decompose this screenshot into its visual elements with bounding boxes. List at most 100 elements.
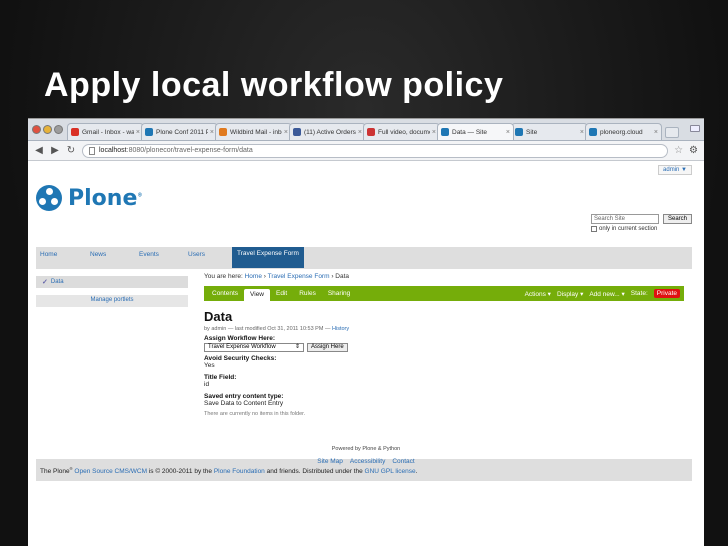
nav-home[interactable]: Home (40, 248, 57, 261)
nav-news[interactable]: News (90, 248, 106, 261)
browser-tab-label: Data — Site (452, 128, 488, 136)
footer-cms-link[interactable]: Open Source CMS/WCM (74, 468, 147, 475)
forward-icon[interactable]: ▶ (50, 145, 60, 156)
close-tab-icon[interactable]: × (580, 129, 584, 136)
plone-logo[interactable]: Plone® (36, 185, 142, 211)
browser-tab-label: Site (526, 128, 538, 136)
empty-folder-note: There are currently no items in this fol… (204, 411, 306, 417)
wrench-icon[interactable]: ⚙ (689, 145, 698, 156)
close-tab-icon[interactable]: × (358, 129, 362, 136)
browser-tab-label: ploneorg.cloud (600, 128, 643, 136)
favicon-icon (515, 128, 523, 136)
browser-toolbar: ◀ ▶ ↻ localhost:8080/plonecor/travel-exp… (28, 141, 704, 161)
browser-tab[interactable]: (11) Active Orders × (289, 123, 366, 140)
new-tab-button[interactable] (665, 127, 679, 138)
field-label: Avoid Security Checks: (204, 355, 277, 362)
favicon-icon (145, 128, 153, 136)
browser-screenshot: Gmail - Inbox - wal × Plone Conf 2011 Pr × W… (28, 118, 704, 546)
minimize-window-button[interactable] (43, 124, 52, 134)
back-icon[interactable]: ◀ (34, 145, 44, 156)
address-host: localhost (99, 147, 127, 154)
browser-tab[interactable]: Gmail - Inbox - wal × (67, 123, 144, 140)
nav-travel-expense-form[interactable]: Travel Expense Form (232, 247, 304, 268)
breadcrumb: You are here: Home › Travel Expense Form… (204, 273, 350, 280)
favicon-icon (441, 128, 449, 136)
browser-tabs: Gmail - Inbox - wal × Plone Conf 2011 Pr × W… (67, 123, 662, 140)
history-link[interactable]: History (332, 326, 349, 332)
favicon-icon (71, 128, 79, 136)
assign-here-button[interactable]: Assign Here (307, 343, 348, 352)
browser-tab-label: Full video, documen (378, 128, 430, 136)
zoom-window-button[interactable] (54, 124, 63, 134)
add-new-menu[interactable]: Add new... ▾ (589, 290, 624, 298)
content-views-bar: Contents View Edit Rules Sharing Actions… (204, 286, 684, 302)
user-menu[interactable]: admin ▼ (658, 165, 692, 175)
tab-edit[interactable]: Edit (270, 288, 293, 299)
breadcrumb-travel-expense-form[interactable]: Travel Expense Form (268, 273, 330, 280)
browser-tab-label: Plone Conf 2011 Pr (156, 128, 208, 136)
search-box: Search Site Search only in current secti… (590, 214, 692, 232)
nav-events[interactable]: Events (139, 248, 159, 261)
global-navigation: Home News Events Users Travel Expense Fo… (36, 247, 692, 269)
close-tab-icon[interactable]: × (136, 129, 140, 136)
restore-icon[interactable] (690, 125, 700, 132)
browser-tab[interactable]: Site × (511, 123, 588, 140)
close-tab-icon[interactable]: × (284, 129, 288, 136)
browser-tab[interactable]: Wildbird Mail - inbo × (215, 123, 292, 140)
field-value: Yes (204, 362, 215, 369)
site-map-link[interactable]: Site Map (317, 458, 343, 465)
bookmark-star-icon[interactable]: ☆ (674, 145, 683, 156)
footer-license-link[interactable]: GNU GPL license (365, 468, 416, 475)
tab-strip: Gmail - Inbox - wal × Plone Conf 2011 Pr × W… (28, 119, 704, 141)
close-tab-icon[interactable]: × (506, 129, 510, 136)
browser-tab-label: Wildbird Mail - inbo (230, 128, 282, 136)
footer-foundation-link[interactable]: Plone Foundation (214, 468, 265, 475)
manage-portlets-link[interactable]: Manage portlets (36, 295, 188, 307)
tab-contents[interactable]: Contents (206, 288, 244, 299)
tab-rules[interactable]: Rules (293, 288, 322, 299)
document-byline: by admin — last modified Oct 31, 2011 10… (204, 326, 350, 332)
state-menu[interactable]: Private (653, 289, 680, 298)
favicon-icon (589, 128, 597, 136)
search-button[interactable]: Search (662, 214, 692, 224)
state-label: State: (630, 290, 648, 297)
browser-tab[interactable]: Full video, documen× (363, 123, 440, 140)
search-input[interactable]: Search Site (590, 214, 659, 224)
field-label: Saved entry content type: (204, 393, 284, 400)
browser-tab-label: (11) Active Orders (304, 128, 356, 136)
powered-by: Powered by Plone & Python (331, 446, 401, 452)
favicon-icon (367, 128, 375, 136)
close-tab-icon[interactable]: × (432, 129, 436, 136)
breadcrumb-home[interactable]: Home (245, 273, 262, 280)
workflow-select[interactable]: Travel Expense Workflow ⇕ (204, 343, 304, 352)
close-tab-icon[interactable]: × (654, 129, 658, 136)
nav-users[interactable]: Users (188, 248, 205, 261)
close-tab-icon[interactable]: × (210, 129, 214, 136)
window-controls (690, 125, 700, 132)
checkbox-icon[interactable] (590, 226, 597, 232)
contact-link[interactable]: Contact (392, 458, 414, 465)
search-current-section-option[interactable]: only in current section (590, 226, 657, 232)
form-icon: ✓ (42, 279, 48, 286)
main-content: Data by admin — last modified Oct 31, 20… (204, 309, 504, 417)
page-icon (89, 146, 95, 155)
browser-tab[interactable]: Plone Conf 2011 Pr × (141, 123, 218, 140)
browser-tab-label: Gmail - Inbox - wal (82, 128, 134, 136)
content-actions: Actions ▾ Display ▾ Add new... ▾ State: … (525, 289, 680, 298)
reload-icon[interactable]: ↻ (66, 145, 76, 156)
slide-title: Apply local workflow policy (44, 66, 504, 104)
plone-logo-text: Plone® (68, 185, 143, 211)
navigation-portlet-item[interactable]: ✓ Data (36, 276, 188, 288)
close-window-button[interactable] (32, 124, 41, 134)
browser-tab[interactable]: Data — Site × (437, 123, 514, 140)
tab-view[interactable]: View (244, 288, 271, 302)
page-title: Data (204, 309, 233, 324)
accessibility-link[interactable]: Accessibility (350, 458, 385, 465)
actions-menu[interactable]: Actions ▾ (525, 290, 551, 298)
plone-logo-icon (36, 185, 62, 211)
browser-tab[interactable]: ploneorg.cloud × (585, 123, 662, 140)
tab-sharing[interactable]: Sharing (322, 288, 356, 299)
address-bar[interactable]: localhost:8080/plonecor/travel-expense-f… (82, 143, 669, 158)
display-menu[interactable]: Display ▾ (557, 290, 583, 298)
assign-workflow-row: Travel Expense Workflow ⇕ Assign Here (204, 343, 504, 352)
